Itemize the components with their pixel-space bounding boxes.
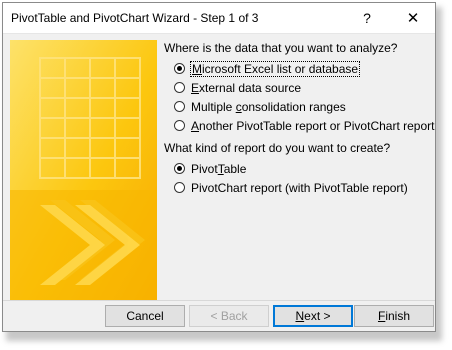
wizard-dialog: PivotTable and PivotChart Wizard - Step … xyxy=(2,2,436,332)
radio-consolidation-ranges[interactable]: Multiple consolidation ranges xyxy=(174,98,346,115)
title-bar[interactable]: PivotTable and PivotChart Wizard - Step … xyxy=(3,3,435,34)
radio-label: Multiple consolidation ranges xyxy=(191,99,346,114)
radio-button-selected[interactable] xyxy=(174,63,185,74)
radio-label: PivotTable xyxy=(191,161,247,176)
radio-another-pivot[interactable]: Another PivotTable report or PivotChart … xyxy=(174,117,434,134)
help-icon[interactable]: ? xyxy=(349,3,385,33)
finish-button[interactable]: Finish xyxy=(354,305,434,327)
back-button[interactable]: < Back xyxy=(189,305,269,327)
radio-button[interactable] xyxy=(174,82,185,93)
window-title: PivotTable and PivotChart Wizard - Step … xyxy=(11,11,259,25)
radio-pivotchart[interactable]: PivotChart report (with PivotTable repor… xyxy=(174,179,408,196)
cancel-button[interactable]: Cancel xyxy=(105,305,185,327)
radio-label: PivotChart report (with PivotTable repor… xyxy=(191,180,408,195)
data-source-question: Where is the data that you want to analy… xyxy=(164,41,398,55)
footer-divider xyxy=(3,300,435,301)
next-button[interactable]: Next > xyxy=(273,305,353,327)
radio-button-selected[interactable] xyxy=(174,163,185,174)
radio-label: Another PivotTable report or PivotChart … xyxy=(191,118,435,133)
radio-button[interactable] xyxy=(174,120,185,131)
report-kind-question: What kind of report do you want to creat… xyxy=(164,141,391,155)
radio-pivottable[interactable]: PivotTable xyxy=(174,160,246,177)
radio-label: External data source xyxy=(191,80,302,95)
close-icon[interactable]: ✕ xyxy=(395,3,431,33)
wizard-illustration xyxy=(10,40,157,300)
radio-label: Microsoft Excel list or database xyxy=(189,60,361,77)
radio-button[interactable] xyxy=(174,182,185,193)
radio-excel-list[interactable]: Microsoft Excel list or database xyxy=(174,60,361,77)
radio-button[interactable] xyxy=(174,101,185,112)
radio-external-source[interactable]: External data source xyxy=(174,79,301,96)
